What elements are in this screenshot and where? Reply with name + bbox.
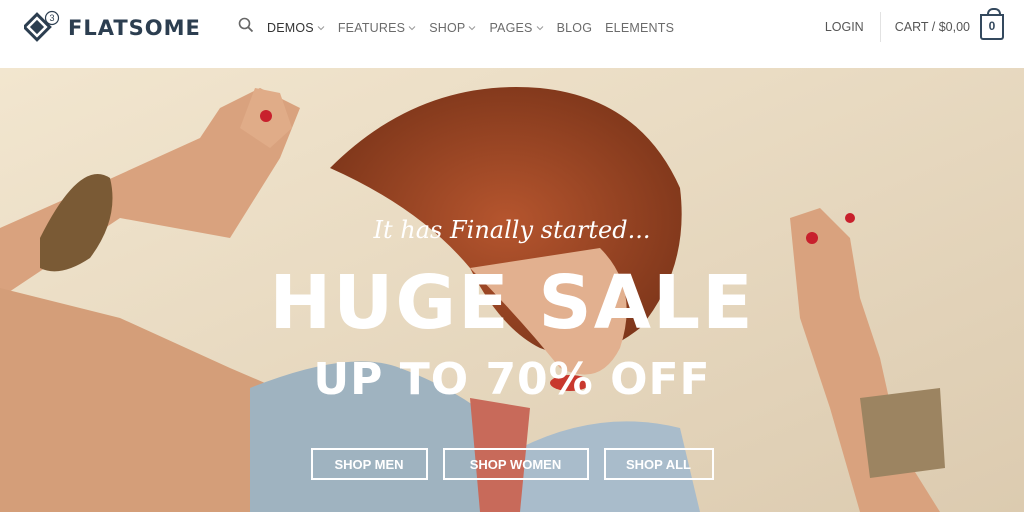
logo-icon: 3 xyxy=(22,10,60,46)
nav-item-label: FEATURES xyxy=(337,20,406,35)
nav-item-demos[interactable]: DEMOS xyxy=(267,21,325,35)
login-link[interactable]: LOGIN xyxy=(825,20,880,34)
nav-item-blog[interactable]: BLOG xyxy=(557,21,593,35)
nav-item-label: BLOG xyxy=(556,20,593,35)
hero-subline: UP TO 70% OFF xyxy=(313,354,711,405)
chevron-down-icon xyxy=(317,25,325,30)
chevron-down-icon xyxy=(536,25,543,30)
nav-item-shop[interactable]: SHOP xyxy=(429,21,476,35)
hero-banner: It has Finally started... HUGE SALE UP T… xyxy=(0,68,1024,512)
search-icon[interactable] xyxy=(238,17,267,38)
hero-kicker: It has Finally started... xyxy=(373,216,651,244)
nav-item-label: SHOP xyxy=(429,20,466,35)
shop-men-button[interactable]: SHOP MEN xyxy=(310,448,428,480)
logo-badge: 3 xyxy=(49,13,54,23)
logo[interactable]: 3 FLATSOME xyxy=(22,8,201,48)
nav-divider xyxy=(879,12,881,42)
cart-link[interactable]: CART / $0,00 xyxy=(895,20,970,34)
main-nav: DEMOS FEATURES SHOP PAGES BLOG ELEMENTS xyxy=(238,17,687,38)
shop-women-button[interactable]: SHOP WOMEN xyxy=(442,448,589,480)
hero-headline: HUGE SALE xyxy=(269,260,755,346)
site-header: 3 FLATSOME DEMOS FEATURES SHOP PAGES BLO… xyxy=(0,0,1024,68)
chevron-down-icon xyxy=(408,25,416,30)
nav-item-elements[interactable]: ELEMENTS xyxy=(605,21,674,35)
hero-buttons: SHOP MEN SHOP WOMEN SHOP ALL xyxy=(0,448,1024,480)
cart-icon[interactable]: 0 xyxy=(980,8,1004,40)
nav-item-pages[interactable]: PAGES xyxy=(489,21,543,35)
shop-all-button[interactable]: SHOP ALL xyxy=(603,448,714,480)
nav-item-features[interactable]: FEATURES xyxy=(338,21,416,35)
chevron-down-icon xyxy=(469,25,476,30)
account-nav: LOGIN CART / $0,00 0 xyxy=(825,8,1004,46)
logo-text: FLATSOME xyxy=(68,16,201,40)
nav-item-label: ELEMENTS xyxy=(605,20,675,35)
nav-item-label: PAGES xyxy=(489,20,533,35)
cart-count: 0 xyxy=(988,19,996,33)
nav-item-label: DEMOS xyxy=(267,20,314,35)
